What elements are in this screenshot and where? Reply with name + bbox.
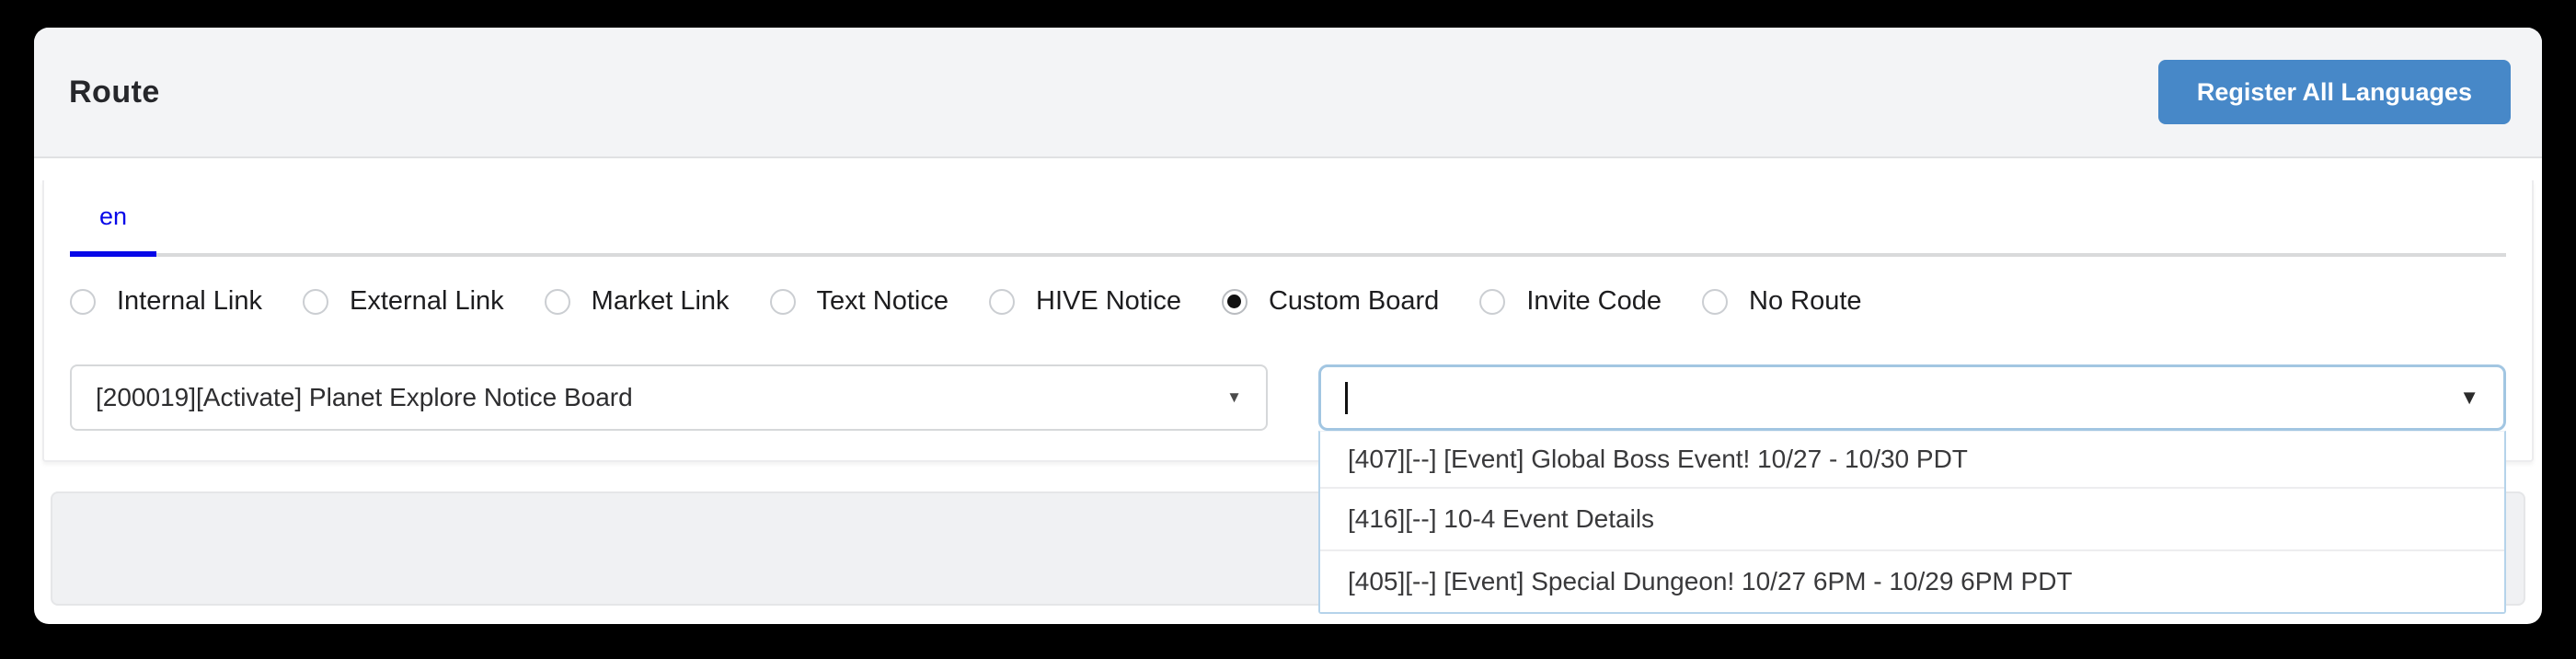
text-cursor <box>1345 382 1348 414</box>
board-controls-row: [200019][Activate] Planet Explore Notice… <box>70 364 2506 431</box>
radio-circle-icon <box>1479 289 1505 315</box>
route-card-header: Route Register All Languages <box>34 28 2542 158</box>
radio-market-link[interactable]: Market Link <box>545 286 730 317</box>
dropdown-option[interactable]: [416][--] 10-4 Event Details <box>1320 487 2504 549</box>
register-all-languages-button[interactable]: Register All Languages <box>2158 60 2511 124</box>
page-title: Route <box>69 75 160 110</box>
radio-label: Internal Link <box>117 286 262 317</box>
board-select-value: [200019][Activate] Planet Explore Notice… <box>96 383 633 412</box>
radio-circle-icon <box>1222 289 1248 315</box>
radio-label: Invite Code <box>1526 286 1662 317</box>
radio-circle-icon <box>989 289 1015 315</box>
radio-no-route[interactable]: No Route <box>1702 286 1862 317</box>
caret-down-icon: ▼ <box>1226 388 1242 407</box>
tab-en[interactable]: en <box>70 202 156 257</box>
dropdown-option[interactable]: [405][--] [Event] Special Dungeon! 10/27… <box>1320 549 2504 612</box>
radio-label: HIVE Notice <box>1036 286 1181 317</box>
post-dropdown-menu: [407][--] [Event] Global Boss Event! 10/… <box>1318 431 2506 614</box>
caret-down-icon: ▼ <box>2459 386 2479 410</box>
radio-label: External Link <box>350 286 504 317</box>
radio-circle-icon <box>545 289 570 315</box>
radio-external-link[interactable]: External Link <box>303 286 504 317</box>
board-select[interactable]: [200019][Activate] Planet Explore Notice… <box>70 364 1268 431</box>
route-type-radio-group: Internal Link External Link Market Link … <box>70 286 2506 317</box>
page-background: { "card": { "header": { "title": "Route"… <box>0 0 2576 659</box>
radio-text-notice[interactable]: Text Notice <box>770 286 949 317</box>
radio-hive-notice[interactable]: HIVE Notice <box>989 286 1181 317</box>
route-card: Route Register All Languages en Internal… <box>34 28 2542 624</box>
route-card-body: en Internal Link External Link Market Li… <box>34 158 2542 606</box>
radio-circle-icon <box>303 289 328 315</box>
post-combobox-wrap: ▼ [407][--] [Event] Global Boss Event! 1… <box>1318 364 2506 431</box>
radio-label: Market Link <box>592 286 730 317</box>
language-tab-bar: en <box>70 180 2506 257</box>
radio-circle-icon <box>1702 289 1728 315</box>
radio-circle-icon <box>770 289 796 315</box>
radio-circle-icon <box>70 289 96 315</box>
post-search-combobox[interactable]: ▼ <box>1318 364 2506 431</box>
radio-internal-link[interactable]: Internal Link <box>70 286 262 317</box>
radio-invite-code[interactable]: Invite Code <box>1479 286 1662 317</box>
radio-label: No Route <box>1749 286 1862 317</box>
dropdown-option[interactable]: [407][--] [Event] Global Boss Event! 10/… <box>1320 432 2504 487</box>
radio-custom-board[interactable]: Custom Board <box>1222 286 1439 317</box>
language-tab-panel: en Internal Link External Link Market Li… <box>42 180 2534 462</box>
radio-label: Custom Board <box>1269 286 1439 317</box>
radio-label: Text Notice <box>817 286 949 317</box>
